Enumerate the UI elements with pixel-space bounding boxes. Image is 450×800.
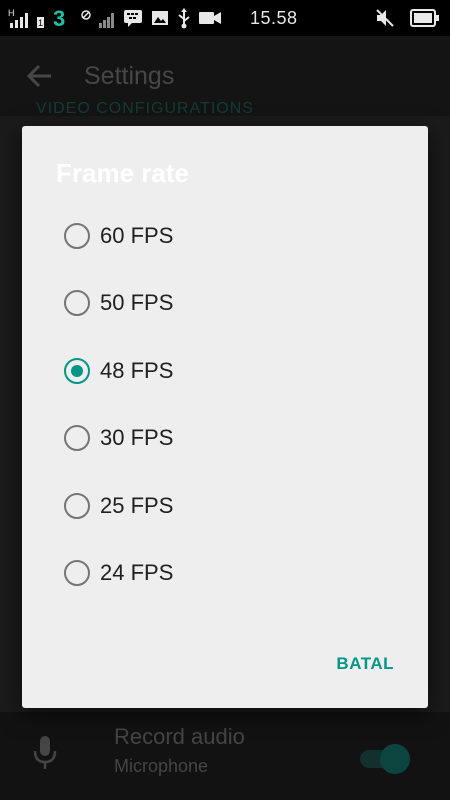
option-label: 48 FPS	[100, 358, 174, 383]
blocked-icon	[80, 7, 92, 29]
option-label: 60 FPS	[100, 223, 174, 248]
screen: H 1 3 15.58 Settings VIDEO CONFIGURATION…	[0, 0, 450, 800]
status-time: 15.58	[250, 7, 298, 28]
radio-25-fps[interactable]	[64, 493, 90, 519]
svg-text:H: H	[8, 8, 15, 18]
mute-icon	[374, 7, 396, 29]
option-50-fps[interactable]: 50 FPS	[52, 273, 392, 333]
status-bar-left: H 1 3 15.58	[0, 0, 298, 36]
option-label: 25 FPS	[100, 493, 174, 518]
option-30-fps[interactable]: 30 FPS	[52, 408, 392, 468]
option-25-fps[interactable]: 25 FPS	[52, 476, 392, 536]
status-bar: H 1 3 15.58	[0, 0, 450, 36]
option-24-fps[interactable]: 24 FPS	[52, 543, 392, 603]
three-network-label: 3	[53, 6, 65, 30]
cancel-button[interactable]: BATAL	[336, 654, 394, 674]
signal-h-icon: H	[8, 7, 30, 29]
radio-24-fps[interactable]	[64, 560, 90, 586]
radio-30-fps[interactable]	[64, 425, 90, 451]
option-48-fps[interactable]: 48 FPS	[52, 341, 392, 401]
option-60-fps[interactable]: 60 FPS	[52, 206, 392, 266]
radio-60-fps[interactable]	[64, 223, 90, 249]
battery-icon	[410, 7, 440, 29]
gallery-icon	[150, 7, 170, 29]
signal-icon-secondary	[98, 7, 116, 29]
frame-rate-dialog: Frame rate 60 FPS 50 FPS 48 FPS 30 FPS 2…	[22, 126, 428, 708]
radio-50-fps[interactable]	[64, 290, 90, 316]
usb-icon	[176, 7, 192, 29]
svg-text:1: 1	[38, 18, 43, 28]
option-label: 50 FPS	[100, 290, 174, 315]
radio-48-fps[interactable]	[64, 358, 90, 384]
option-label: 30 FPS	[100, 425, 174, 450]
status-bar-right	[374, 0, 440, 36]
dialog-title: Frame rate	[56, 158, 189, 188]
video-camera-icon	[198, 7, 222, 29]
bbm-chat-icon	[122, 7, 144, 29]
option-label: 24 FPS	[100, 560, 174, 585]
signal-icon: 1	[36, 7, 46, 29]
three-network-icon: 3	[52, 6, 74, 30]
